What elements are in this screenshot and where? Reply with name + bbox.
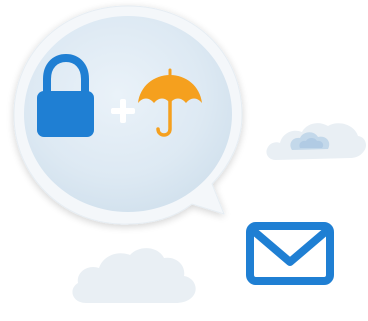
envelope-icon [246,222,334,285]
cloud-icon [72,248,196,303]
illustration-canvas [13,5,366,303]
cloud-icon [266,123,366,160]
security-illustration [0,0,368,321]
